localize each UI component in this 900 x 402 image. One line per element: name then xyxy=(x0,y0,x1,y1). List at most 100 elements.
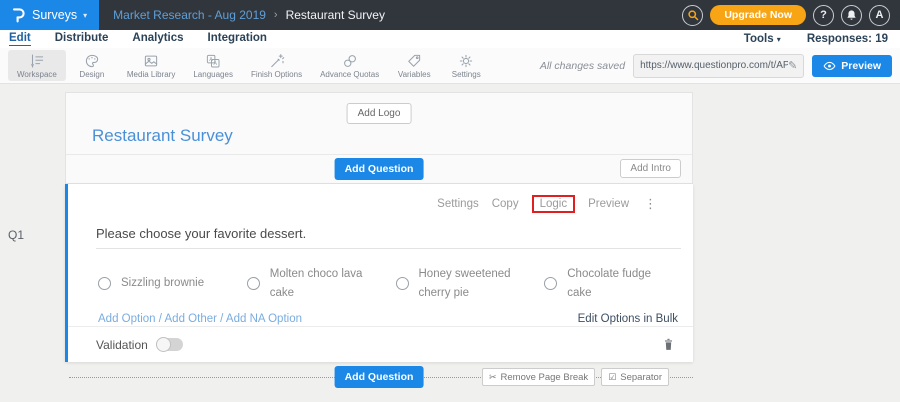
palette-icon xyxy=(83,52,101,69)
add-option-link[interactable]: Add Option xyxy=(98,313,156,325)
radio-button[interactable] xyxy=(396,277,409,290)
topbar-actions: Upgrade Now ? A xyxy=(682,5,900,26)
chevron-down-icon: ▾ xyxy=(777,35,781,44)
radio-button[interactable] xyxy=(247,277,260,290)
option-label[interactable]: Sizzling brownie xyxy=(121,274,204,293)
toolbar-item-variables[interactable]: Variables xyxy=(388,50,440,81)
toolbar-right: All changes saved ✎ Preview xyxy=(540,54,892,78)
question-actions: Settings Copy Logic Preview ⋮ xyxy=(68,184,693,213)
radio-button[interactable] xyxy=(98,277,111,290)
trash-icon xyxy=(662,337,675,352)
nav-tabs: Edit Distribute Analytics Integration xyxy=(0,32,267,46)
option-label[interactable]: Honey sweetened cherry pie xyxy=(419,265,524,303)
survey-header-section: Add Logo Restaurant Survey xyxy=(65,92,693,155)
workspace-icon xyxy=(28,52,46,69)
brand-label: Surveys xyxy=(32,8,77,22)
add-question-button-top[interactable]: Add Question xyxy=(335,158,424,180)
question-block: Settings Copy Logic Preview ⋮ Please cho… xyxy=(65,184,693,362)
tag-icon xyxy=(405,52,423,69)
chain-links-icon xyxy=(341,52,359,69)
option-add-links: Add Option / Add Other / Add NA Option xyxy=(98,313,302,325)
surveys-menu[interactable]: Surveys ▾ xyxy=(0,0,99,30)
tab-analytics[interactable]: Analytics xyxy=(132,32,183,46)
help-button[interactable]: ? xyxy=(813,5,834,26)
tab-edit[interactable]: Edit xyxy=(9,32,31,46)
chevron-down-icon: ▾ xyxy=(83,11,87,20)
answer-option: Sizzling brownie xyxy=(98,265,247,303)
add-intro-button[interactable]: Add Intro xyxy=(620,159,681,178)
edit-url-icon[interactable]: ✎ xyxy=(788,59,797,72)
breadcrumb-parent[interactable]: Market Research - Aug 2019 xyxy=(113,8,266,22)
option-label[interactable]: Molten choco lava cake xyxy=(270,265,375,303)
bell-icon xyxy=(846,9,857,21)
avatar-initial: A xyxy=(876,9,884,21)
option-label[interactable]: Chocolate fudge cake xyxy=(567,265,672,303)
preview-button[interactable]: Preview xyxy=(812,55,892,77)
upgrade-now-button[interactable]: Upgrade Now xyxy=(710,5,806,25)
edit-options-in-bulk-link[interactable]: Edit Options in Bulk xyxy=(578,313,678,325)
gear-icon xyxy=(457,52,475,69)
question-logic-action[interactable]: Logic xyxy=(540,198,568,210)
page-break-row: Add Question ✂ Remove Page Break ☑ Separ… xyxy=(65,366,693,388)
kebab-menu-icon[interactable]: ⋮ xyxy=(644,196,657,212)
toggle-knob xyxy=(156,337,171,352)
breadcrumb: Market Research - Aug 2019 › Restaurant … xyxy=(113,8,385,22)
question-number-label: Q1 xyxy=(8,228,24,242)
nav-row: Edit Distribute Analytics Integration To… xyxy=(0,30,900,48)
toolbar-item-settings[interactable]: Settings xyxy=(440,50,492,81)
question-text-field[interactable]: Please choose your favorite dessert. xyxy=(96,226,681,249)
radio-button[interactable] xyxy=(544,277,557,290)
search-button[interactable] xyxy=(682,5,703,26)
answer-options: Sizzling brownie Molten choco lava cake … xyxy=(98,265,693,303)
breadcrumb-current: Restaurant Survey xyxy=(286,8,385,22)
nav-right: Tools ▾ Responses: 19 xyxy=(744,33,900,45)
scissors-icon: ✂ xyxy=(489,372,497,383)
add-other-link[interactable]: Add Other xyxy=(165,313,217,325)
survey-header-actions: Add Question Add Intro xyxy=(65,155,693,184)
responses-count[interactable]: Responses: 19 xyxy=(807,33,888,45)
logic-highlight-box: Logic xyxy=(532,195,576,213)
toolbar-item-languages[interactable]: A A Languages xyxy=(184,50,242,81)
answer-option: Molten choco lava cake xyxy=(247,265,396,303)
svg-text:A: A xyxy=(214,61,218,67)
notifications-button[interactable] xyxy=(841,5,862,26)
remove-page-break-button[interactable]: ✂ Remove Page Break xyxy=(482,368,595,386)
toolbar-item-workspace[interactable]: Workspace xyxy=(8,50,66,81)
toolbar-item-media-library[interactable]: Media Library xyxy=(118,50,184,81)
add-na-option-link[interactable]: Add NA Option xyxy=(226,313,302,325)
checked-checkbox-icon: ☑ xyxy=(608,372,616,383)
survey-page-card: Add Logo Restaurant Survey Add Question … xyxy=(65,92,693,388)
toolbar-item-advance-quotas[interactable]: Advance Quotas xyxy=(311,50,388,81)
separator-toggle-button[interactable]: ☑ Separator xyxy=(601,368,669,386)
tab-distribute[interactable]: Distribute xyxy=(55,32,109,46)
image-icon xyxy=(142,52,160,69)
question-footer: Validation xyxy=(68,326,693,362)
survey-title[interactable]: Restaurant Survey xyxy=(92,126,233,146)
option-links-row: Add Option / Add Other / Add NA Option E… xyxy=(98,313,678,325)
page-break-actions: ✂ Remove Page Break ☑ Separator xyxy=(482,368,669,386)
magic-wand-icon xyxy=(268,52,286,69)
delete-question-button[interactable] xyxy=(662,337,675,352)
editor-canvas: Q1 Add Logo Restaurant Survey Add Questi… xyxy=(0,84,900,402)
question-copy-action[interactable]: Copy xyxy=(492,198,519,210)
tools-menu[interactable]: Tools ▾ xyxy=(744,33,781,45)
validation-control: Validation xyxy=(96,338,183,352)
languages-icon: A A xyxy=(204,52,222,69)
answer-option: Chocolate fudge cake xyxy=(544,265,693,303)
add-logo-button[interactable]: Add Logo xyxy=(347,103,412,124)
svg-text:A: A xyxy=(209,57,213,63)
question-settings-action[interactable]: Settings xyxy=(437,198,479,210)
questionpro-logo-icon xyxy=(10,6,26,24)
survey-url-input[interactable] xyxy=(640,60,788,71)
validation-label: Validation xyxy=(96,338,148,352)
tab-integration[interactable]: Integration xyxy=(208,32,267,46)
search-icon xyxy=(687,9,699,21)
toolbar-item-design[interactable]: Design xyxy=(66,50,118,81)
add-question-button-bottom[interactable]: Add Question xyxy=(335,366,424,388)
question-mark-icon: ? xyxy=(820,9,827,21)
account-avatar[interactable]: A xyxy=(869,5,890,26)
validation-toggle[interactable] xyxy=(156,338,183,351)
question-preview-action[interactable]: Preview xyxy=(588,198,629,210)
autosave-status: All changes saved xyxy=(540,60,625,72)
toolbar-item-finish-options[interactable]: Finish Options xyxy=(242,50,311,81)
